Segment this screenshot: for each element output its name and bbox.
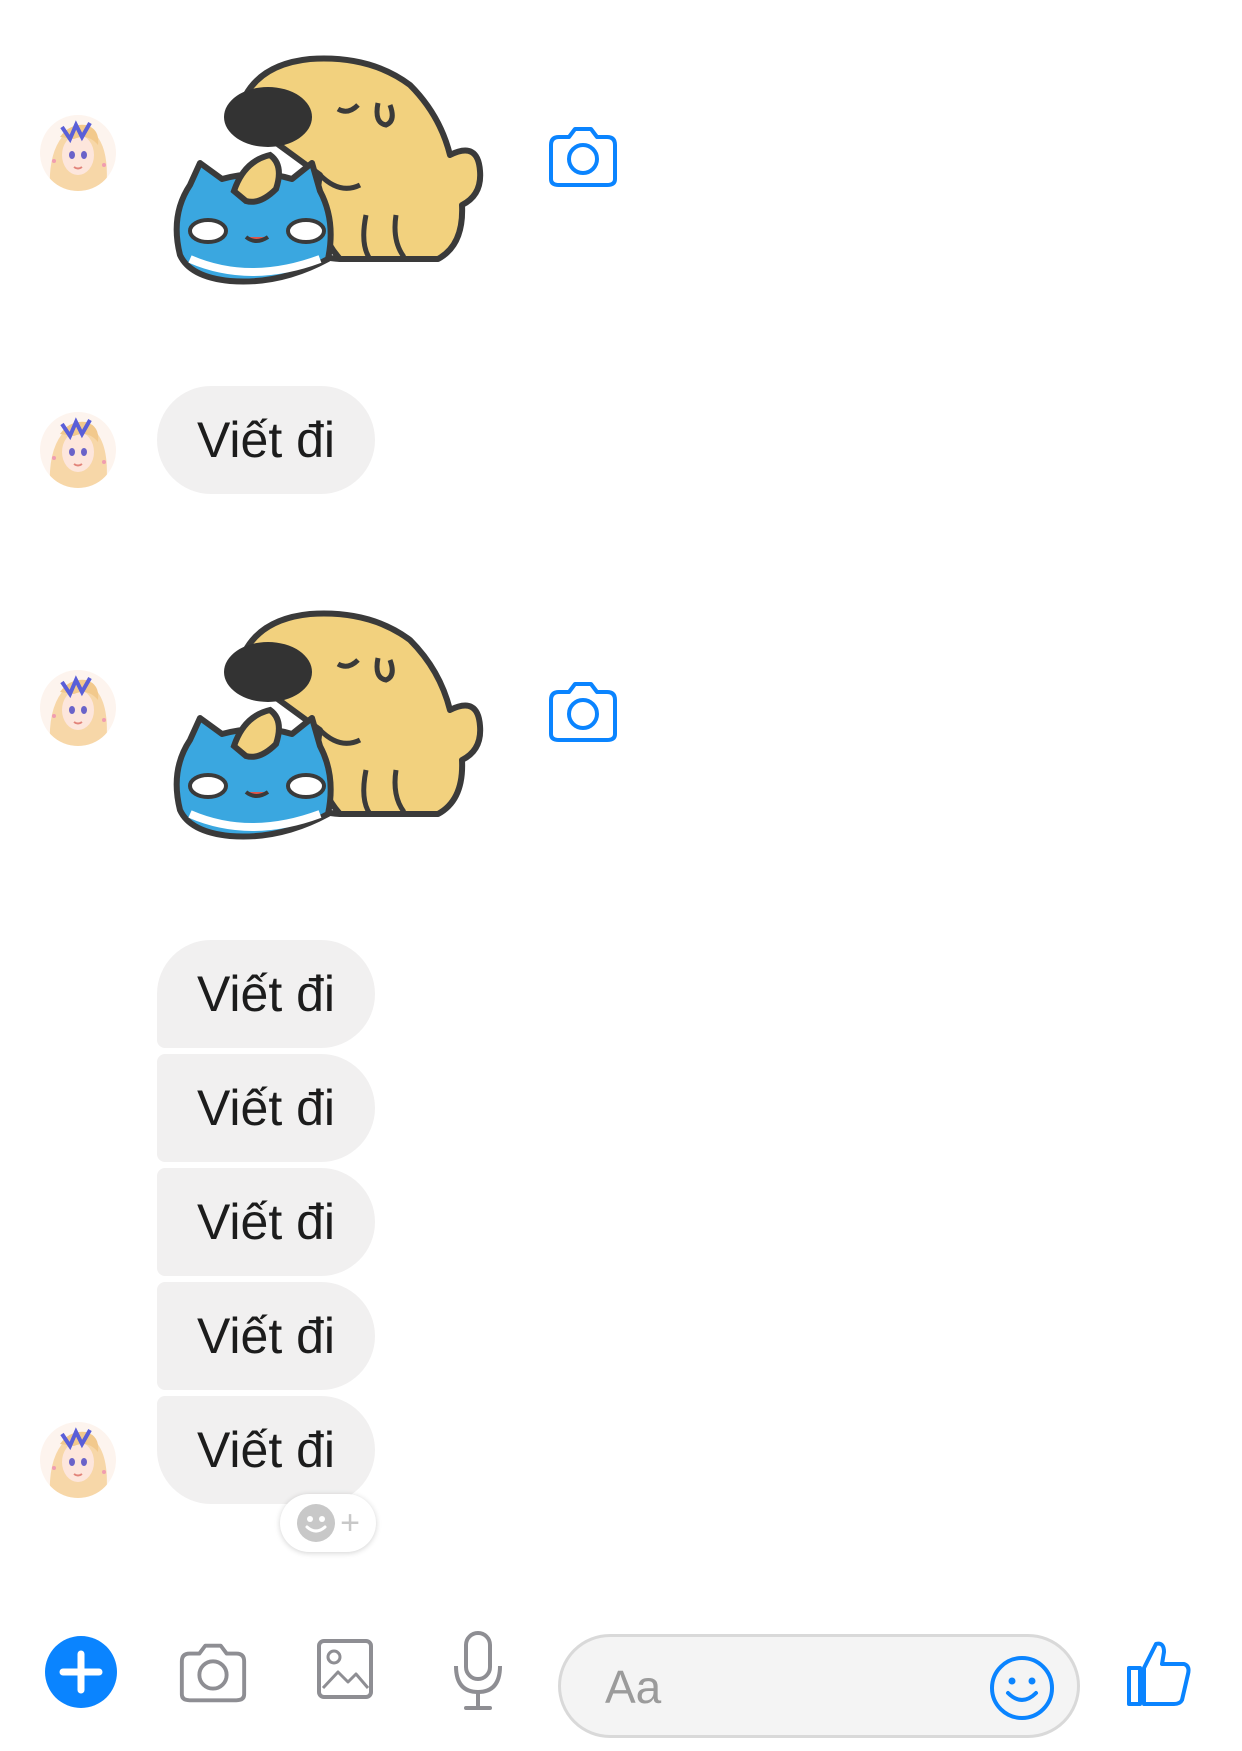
more-actions-button[interactable] (45, 1636, 117, 1708)
sender-avatar[interactable] (40, 670, 116, 746)
voice-button[interactable] (450, 1630, 506, 1717)
message-bubble[interactable]: Viết đi (157, 1054, 375, 1162)
plus-icon (45, 1636, 117, 1708)
camera-button[interactable] (176, 1640, 250, 1711)
camera-icon[interactable] (545, 125, 621, 189)
sender-avatar[interactable] (40, 115, 116, 191)
camera-icon[interactable] (545, 680, 621, 744)
dog-hugging-cat-sticker[interactable] (160, 600, 520, 880)
message-bubble[interactable]: Viết đi (157, 940, 375, 1048)
like-icon (1127, 1641, 1191, 1706)
emoji-icon (990, 1656, 1054, 1720)
like-button[interactable] (1126, 1638, 1192, 1713)
message-input[interactable] (603, 1651, 987, 1723)
microphone-icon (454, 1631, 502, 1710)
message-bubble[interactable]: Viết đi (157, 1168, 375, 1276)
message-input-container[interactable] (558, 1634, 1080, 1738)
dog-hugging-cat-sticker[interactable] (160, 45, 520, 325)
reaction-plus: + (340, 1504, 360, 1542)
message-bubble[interactable]: Viết đi (157, 386, 375, 494)
message-bubble[interactable]: Viết đi (157, 1396, 375, 1504)
sender-avatar[interactable] (40, 412, 116, 488)
emoji-button[interactable] (989, 1655, 1055, 1726)
sender-avatar[interactable] (40, 1422, 116, 1498)
gallery-icon (317, 1639, 373, 1699)
gallery-button[interactable] (316, 1638, 374, 1705)
message-bubble[interactable]: Viết đi (157, 1282, 375, 1390)
add-reaction-button[interactable]: + (280, 1494, 376, 1552)
camera-icon (179, 1643, 247, 1703)
smiley-plus-icon (297, 1504, 336, 1542)
